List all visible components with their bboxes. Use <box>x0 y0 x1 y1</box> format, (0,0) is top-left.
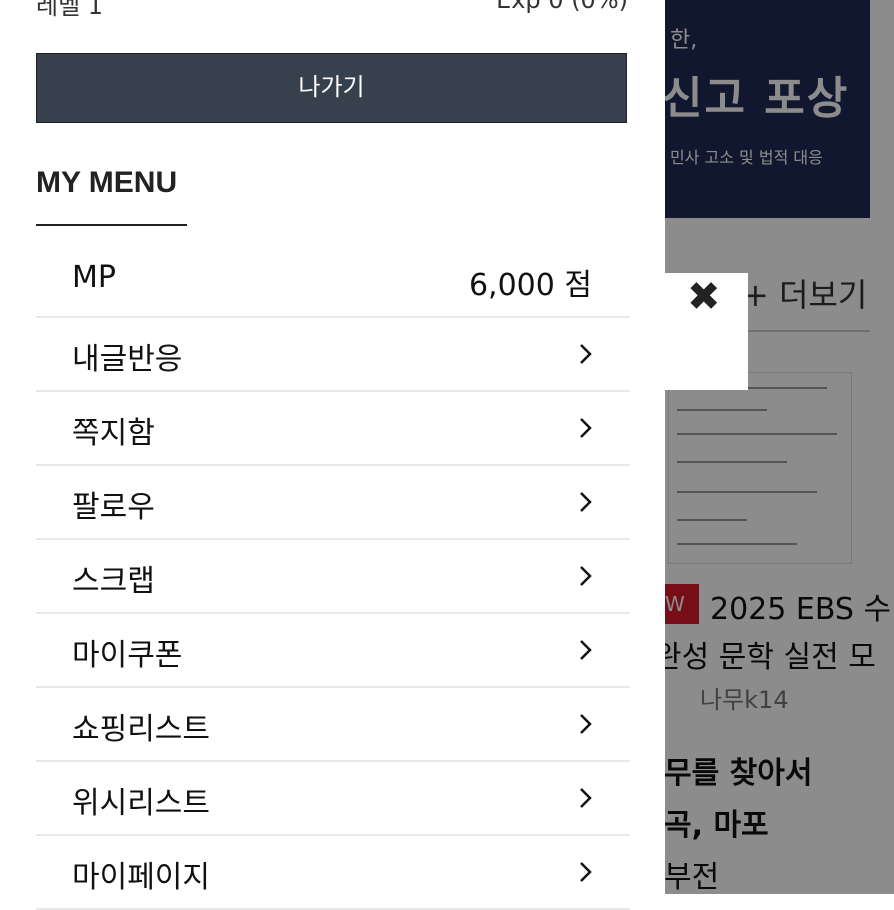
my-menu-title: MY MENU <box>36 166 178 199</box>
close-button[interactable]: ✖ <box>665 273 748 390</box>
mp-value: 6,000 점 <box>468 268 592 303</box>
my-menu-list: MP 6,000 점 내글반응쪽지함팔로우스크랩마이쿠폰쇼핑리스트위시리스트마이… <box>36 244 630 910</box>
menu-item[interactable]: 내글반응 <box>36 318 630 392</box>
side-drawer: 레벨 1 Exp 0 (0%) 나가기 MY MENU MP 6,000 점 내… <box>0 0 665 910</box>
level-row: 레벨 1 Exp 0 (0%) <box>36 0 628 20</box>
menu-item-label: 스크랩 <box>72 564 155 599</box>
menu-item-mp[interactable]: MP 6,000 점 <box>36 244 630 318</box>
level-text: 레벨 1 <box>36 0 104 20</box>
chevron-right-icon <box>580 714 592 734</box>
close-icon: ✖ <box>687 274 721 320</box>
chevron-right-icon <box>580 640 592 660</box>
menu-item-label: 마이쿠폰 <box>72 638 183 673</box>
chevron-right-icon <box>580 344 592 364</box>
menu-item[interactable]: 팔로우 <box>36 466 630 540</box>
exp-text: Exp 0 (0%) <box>496 0 628 14</box>
menu-item-label: 마이페이지 <box>72 860 210 895</box>
menu-item-label: 위시리스트 <box>72 786 210 821</box>
menu-item-label: 쇼핑리스트 <box>72 712 210 747</box>
menu-item[interactable]: 쪽지함 <box>36 392 630 466</box>
menu-item-label: 쪽지함 <box>72 416 155 451</box>
chevron-right-icon <box>580 492 592 512</box>
menu-item[interactable]: 위시리스트 <box>36 762 630 836</box>
menu-item[interactable]: 스크랩 <box>36 540 630 614</box>
mp-label: MP <box>72 260 116 295</box>
chevron-right-icon <box>580 862 592 882</box>
title-underline <box>36 224 187 226</box>
exit-button[interactable]: 나가기 <box>36 53 627 123</box>
chevron-right-icon <box>580 418 592 438</box>
menu-item[interactable]: 마이페이지 <box>36 836 630 910</box>
menu-item-label: 내글반응 <box>72 342 183 377</box>
menu-item[interactable]: 마이쿠폰 <box>36 614 630 688</box>
menu-item-label: 팔로우 <box>72 490 155 525</box>
chevron-right-icon <box>580 566 592 586</box>
menu-item[interactable]: 쇼핑리스트 <box>36 688 630 762</box>
chevron-right-icon <box>580 788 592 808</box>
